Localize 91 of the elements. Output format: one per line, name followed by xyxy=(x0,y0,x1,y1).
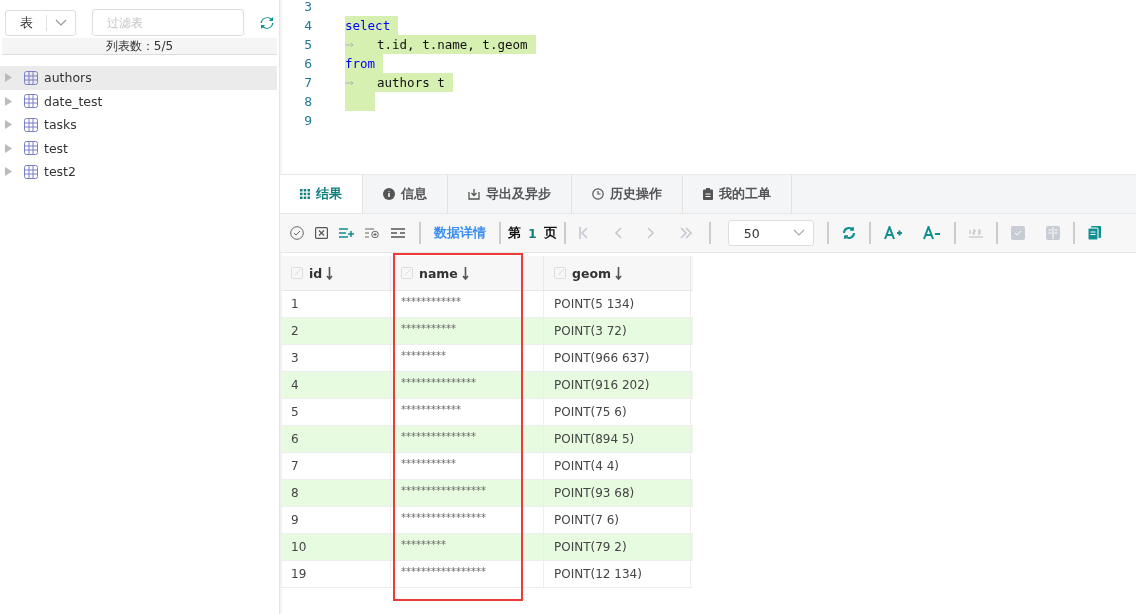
table-cell: POINT(75 6) xyxy=(544,399,691,425)
table-cell: POINT(93 68) xyxy=(544,480,691,506)
table-cell: *********** xyxy=(391,453,544,479)
delete-row-icon[interactable] xyxy=(391,228,406,238)
table-cell: POINT(3 72) xyxy=(544,318,691,344)
expand-arrow-icon xyxy=(5,96,12,106)
table-cell: 19 xyxy=(281,561,391,587)
refresh-icon[interactable] xyxy=(841,226,856,240)
copy-document-icon[interactable] xyxy=(1087,226,1101,240)
checkbox-icon[interactable] xyxy=(1010,226,1025,240)
refresh-icon[interactable] xyxy=(260,15,274,30)
column-header[interactable]: geom xyxy=(544,256,691,290)
page-number: 1 xyxy=(528,225,537,241)
table-cell: *********** xyxy=(391,318,544,344)
table-tree-item[interactable]: test2 xyxy=(0,160,277,184)
table-type-select[interactable]: 表 xyxy=(5,9,76,36)
result-tab[interactable]: 结果 xyxy=(280,175,363,213)
expand-arrow-icon xyxy=(5,73,12,83)
table-tree-item[interactable]: test xyxy=(0,136,277,160)
table-cell: POINT(916 202) xyxy=(544,372,691,398)
table-cell: ********* xyxy=(391,345,544,371)
table-cell: ***************** xyxy=(391,507,544,533)
clipboard-icon xyxy=(703,188,713,200)
check-circle-icon[interactable] xyxy=(290,226,304,240)
sort-descending-icon[interactable] xyxy=(615,266,623,280)
chevron-down-icon xyxy=(792,229,805,237)
expand-arrow-icon xyxy=(5,167,12,177)
insert-row-icon[interactable] xyxy=(365,228,380,238)
table-count-label: 列表数：5/5 xyxy=(2,38,277,55)
table-cell: POINT(5 134) xyxy=(544,291,691,317)
info-icon xyxy=(383,188,395,200)
table-cell: ************ xyxy=(391,399,544,425)
table-cell: POINT(894 5) xyxy=(544,426,691,452)
table-cell: ************ xyxy=(391,291,544,317)
edit-checkbox-icon xyxy=(401,267,413,279)
table-cell: 7 xyxy=(281,453,391,479)
edit-checkbox-icon xyxy=(554,267,566,279)
table-cell: 3 xyxy=(281,345,391,371)
page-prefix: 第 xyxy=(508,224,521,242)
font-increase-icon[interactable] xyxy=(883,226,902,240)
table-icon xyxy=(24,94,38,109)
table-tree-item[interactable]: tasks xyxy=(0,113,277,137)
clock-icon xyxy=(592,188,604,200)
close-box-icon[interactable] xyxy=(315,227,328,239)
table-cell: POINT(7 6) xyxy=(544,507,691,533)
table-tree-item[interactable]: date_test xyxy=(0,89,277,113)
page-size-select[interactable]: 50 xyxy=(727,220,814,246)
table-cell: POINT(966 637) xyxy=(544,345,691,371)
table-icon xyxy=(24,117,38,132)
table-icon xyxy=(24,164,38,179)
expand-arrow-icon xyxy=(5,120,12,130)
table-cell: *************** xyxy=(391,426,544,452)
table-cell: POINT(79 2) xyxy=(544,534,691,560)
line-number: 3 xyxy=(303,0,312,14)
download-icon xyxy=(468,188,480,200)
table-tree-item[interactable]: authors xyxy=(0,66,277,90)
table-cell: 6 xyxy=(281,426,391,452)
line-number: 5 xyxy=(303,37,312,52)
expand-arrow-icon xyxy=(5,143,12,153)
table-cell: ***************** xyxy=(391,561,544,587)
line-number: 8 xyxy=(303,94,312,109)
table-cell: 2 xyxy=(281,318,391,344)
table-cell: ***************** xyxy=(391,480,544,506)
table-cell: POINT(12 134) xyxy=(544,561,691,587)
edit-checkbox-icon xyxy=(291,267,303,279)
table-cell: ********* xyxy=(391,534,544,560)
chevron-down-icon xyxy=(55,18,67,27)
font-decrease-icon[interactable] xyxy=(922,226,941,240)
tab-marker-icon xyxy=(345,41,355,48)
table-icon xyxy=(24,141,38,156)
column-header[interactable]: name xyxy=(391,256,544,290)
table-cell: 8 xyxy=(281,480,391,506)
table-cell: 5 xyxy=(281,399,391,425)
tab-marker-icon xyxy=(345,79,355,86)
column-header[interactable]: id xyxy=(281,256,391,290)
page-suffix: 页 xyxy=(543,224,557,242)
table-cell: 10 xyxy=(281,534,391,560)
table-cell: 9 xyxy=(281,507,391,533)
table-cell: *************** xyxy=(391,372,544,398)
line-number: 9 xyxy=(303,113,312,128)
sort-descending-icon[interactable] xyxy=(326,266,334,280)
table-cell: 1 xyxy=(281,291,391,317)
line-number: 4 xyxy=(303,18,312,33)
sort-descending-icon[interactable] xyxy=(461,266,469,280)
line-number: 7 xyxy=(303,75,312,90)
table-icon xyxy=(24,70,38,85)
table-cell: 4 xyxy=(281,372,391,398)
add-row-icon[interactable] xyxy=(339,228,354,238)
table-cell: POINT(4 4) xyxy=(544,453,691,479)
line-number: 6 xyxy=(303,56,312,71)
grid-icon xyxy=(300,189,310,199)
